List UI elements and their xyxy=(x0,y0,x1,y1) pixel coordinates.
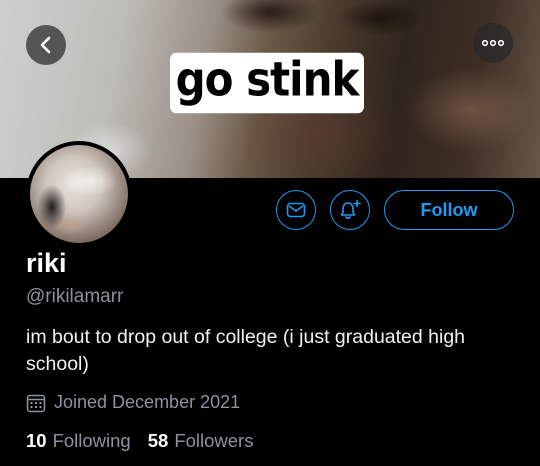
followers-label: Followers xyxy=(174,430,254,451)
banner-caption: go stink xyxy=(0,52,540,114)
followers-count: 58 xyxy=(147,430,169,451)
following-link[interactable]: 10 Following xyxy=(26,430,131,452)
profile-bio: im bout to drop out of college (i just g… xyxy=(26,326,466,375)
profile-name: riki xyxy=(26,248,67,278)
join-date-text: Joined December 2021 xyxy=(54,392,241,412)
chevron-left-icon xyxy=(40,36,51,54)
calendar-icon xyxy=(26,394,46,412)
join-date: Joined December 2021 xyxy=(26,392,240,413)
envelope-icon xyxy=(286,202,306,218)
avatar-photo xyxy=(30,145,128,243)
profile-handle: @rikilamarr xyxy=(26,286,124,307)
avatar[interactable] xyxy=(26,141,132,247)
followers-link[interactable]: 58 Followers xyxy=(148,430,254,452)
more-options-button[interactable] xyxy=(473,23,513,63)
message-button[interactable] xyxy=(276,190,316,230)
back-button[interactable] xyxy=(26,25,66,65)
follow-button[interactable]: Follow xyxy=(384,190,514,230)
following-label: Following xyxy=(52,430,131,451)
banner-caption-text: go stink xyxy=(169,52,365,114)
following-count: 10 xyxy=(26,430,47,451)
bell-plus-icon xyxy=(340,199,361,219)
more-dots-icon xyxy=(481,39,505,47)
follow-stats: 10 Following 58 Followers xyxy=(26,430,253,452)
notifications-button[interactable] xyxy=(330,190,370,230)
